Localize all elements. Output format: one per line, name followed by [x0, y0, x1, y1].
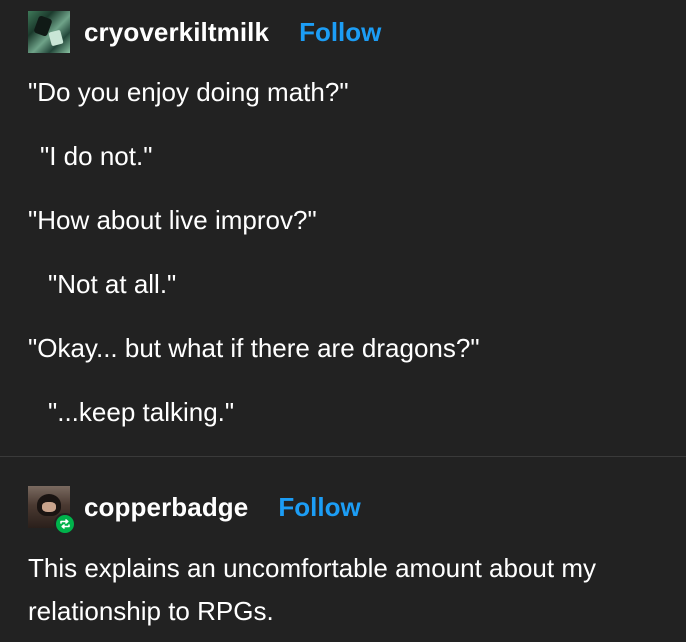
- post-text-line: "How about live improv?": [28, 205, 317, 235]
- user-avatar-icon[interactable]: [28, 486, 76, 535]
- user-avatar-icon[interactable]: [28, 11, 70, 53]
- follow-button[interactable]: Follow: [299, 17, 381, 48]
- reblog-icon: [54, 513, 76, 535]
- post-text-line: "Not at all.": [48, 269, 177, 299]
- post-body-text: This explains an uncomfortable amount ab…: [28, 553, 596, 626]
- post-text-line: "...keep talking.": [48, 397, 235, 427]
- post-header: cryoverkiltmilk Follow: [28, 10, 381, 54]
- post-copperbadge: copperbadge Follow This explains an unco…: [0, 457, 686, 642]
- post-text-line: "I do not.": [40, 141, 153, 171]
- follow-button[interactable]: Follow: [278, 492, 360, 523]
- username[interactable]: cryoverkiltmilk: [84, 17, 269, 48]
- username[interactable]: copperbadge: [84, 492, 248, 523]
- post-text-line: "Do you enjoy doing math?": [28, 77, 349, 107]
- post-header: copperbadge Follow: [28, 485, 361, 535]
- post-cryoverkiltmilk: cryoverkiltmilk Follow "Do you enjoy doi…: [0, 0, 686, 456]
- post-text-line: "Okay... but what if there are dragons?": [28, 333, 480, 363]
